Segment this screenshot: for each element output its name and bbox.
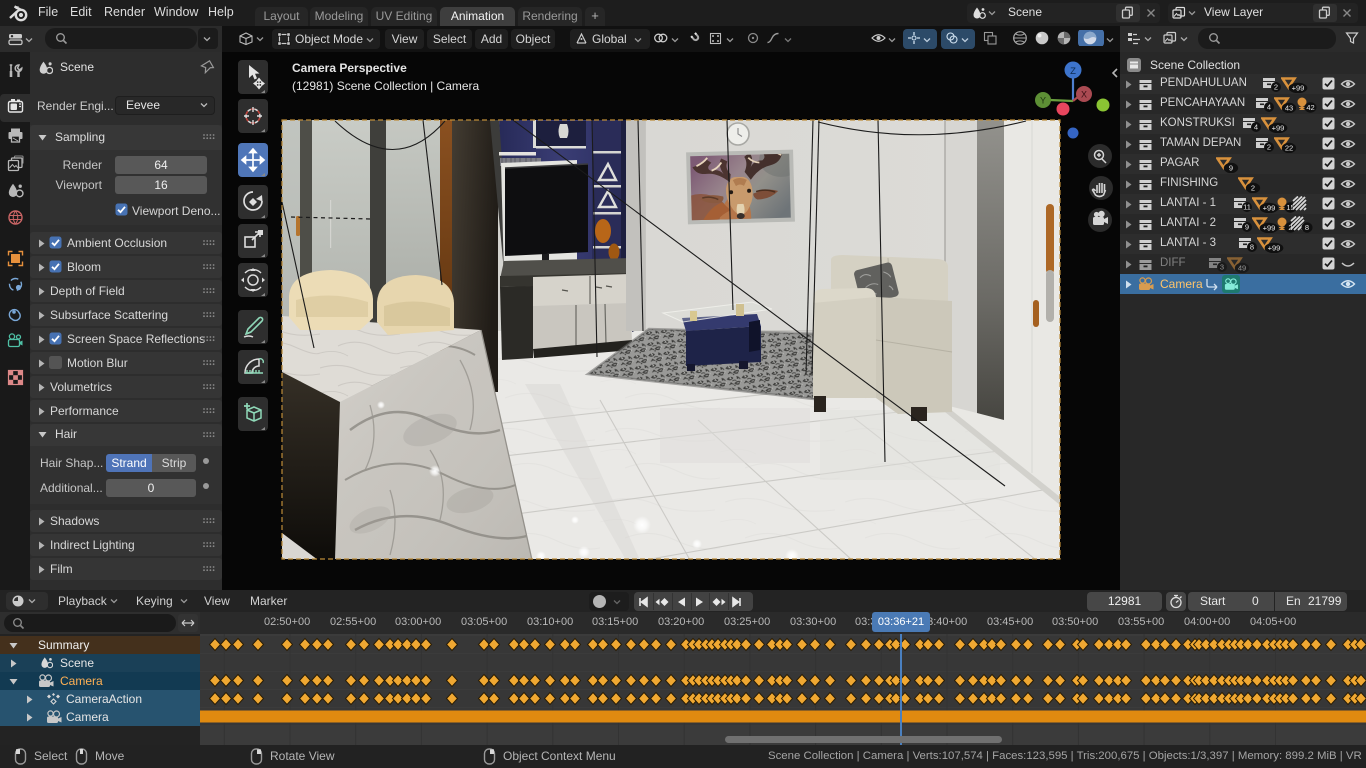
svg-text:4: 4 <box>1254 123 1258 132</box>
svg-text:11: 11 <box>1243 203 1251 212</box>
svg-text:+99: +99 <box>1263 203 1276 212</box>
svg-text:42: 42 <box>1306 103 1314 112</box>
svg-text:+99: +99 <box>1263 223 1276 232</box>
svg-text:Z: Z <box>1070 66 1076 77</box>
svg-text:3: 3 <box>1220 263 1224 272</box>
svg-text:+99: +99 <box>1272 123 1285 132</box>
svg-text:9: 9 <box>1245 223 1249 232</box>
svg-text:2: 2 <box>1274 83 1278 92</box>
svg-text:+99: +99 <box>1268 243 1281 252</box>
svg-text:8: 8 <box>1250 243 1254 252</box>
svg-text:Y: Y <box>1040 96 1046 106</box>
svg-text:2: 2 <box>1267 143 1271 152</box>
svg-text:X: X <box>1081 90 1087 100</box>
svg-text:49: 49 <box>1238 263 1246 272</box>
svg-text:22: 22 <box>1285 143 1293 152</box>
svg-text:8: 8 <box>1305 223 1309 232</box>
svg-text:+99: +99 <box>1292 83 1305 92</box>
svg-text:9: 9 <box>1229 163 1233 172</box>
svg-text:43: 43 <box>1285 103 1293 112</box>
svg-text:2: 2 <box>1251 183 1255 192</box>
svg-text:4: 4 <box>1267 103 1271 112</box>
